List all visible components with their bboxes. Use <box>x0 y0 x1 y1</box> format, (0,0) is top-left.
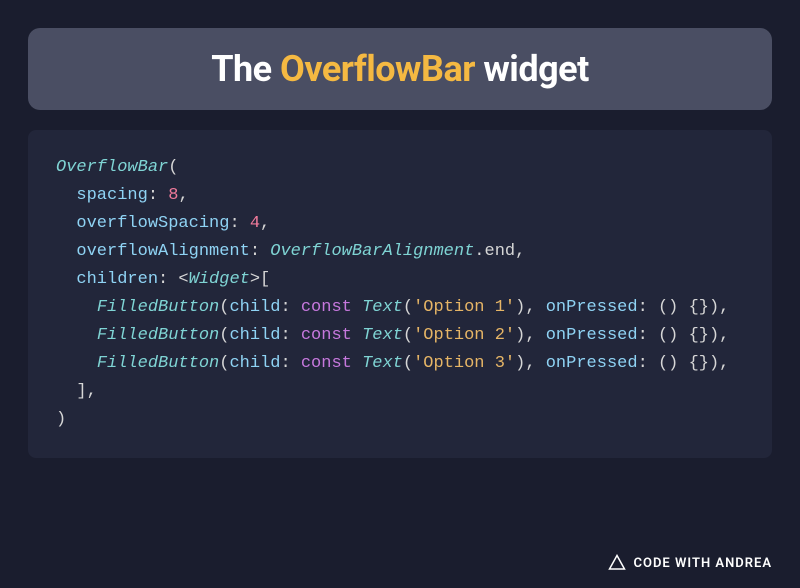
code-panel: OverflowBar( spacing: 8, overflowSpacing… <box>28 130 772 458</box>
brand-logo-icon <box>608 554 626 572</box>
option-2-text: 'Option 2' <box>413 326 515 345</box>
child-class: FilledButton <box>97 354 219 373</box>
title-prefix: The <box>211 48 280 90</box>
title-suffix: widget <box>475 48 589 90</box>
title-bar: The OverflowBar widget <box>28 28 772 110</box>
value-spacing: 8 <box>168 186 178 205</box>
footer-brand: CODE WITH ANDREA <box>608 554 773 572</box>
enum-type: OverflowBarAlignment <box>270 242 474 261</box>
value-overflow-spacing: 4 <box>250 214 260 233</box>
param-overflow-spacing: overflowSpacing <box>76 214 229 233</box>
code-widget-name: OverflowBar <box>56 158 168 177</box>
enum-value: end <box>485 242 516 261</box>
child-class: FilledButton <box>97 298 219 317</box>
title-accent: OverflowBar <box>280 48 475 90</box>
param-spacing: spacing <box>76 186 147 205</box>
child-class: FilledButton <box>97 326 219 345</box>
option-1-text: 'Option 1' <box>413 298 515 317</box>
page-title: The OverflowBar widget <box>52 48 748 90</box>
option-3-text: 'Option 3' <box>413 354 515 373</box>
code-block: OverflowBar( spacing: 8, overflowSpacing… <box>56 154 744 434</box>
brand-text: CODE WITH ANDREA <box>634 556 773 571</box>
param-children: children <box>76 270 158 289</box>
generic-type: Widget <box>189 270 250 289</box>
param-overflow-alignment: overflowAlignment <box>76 242 249 261</box>
